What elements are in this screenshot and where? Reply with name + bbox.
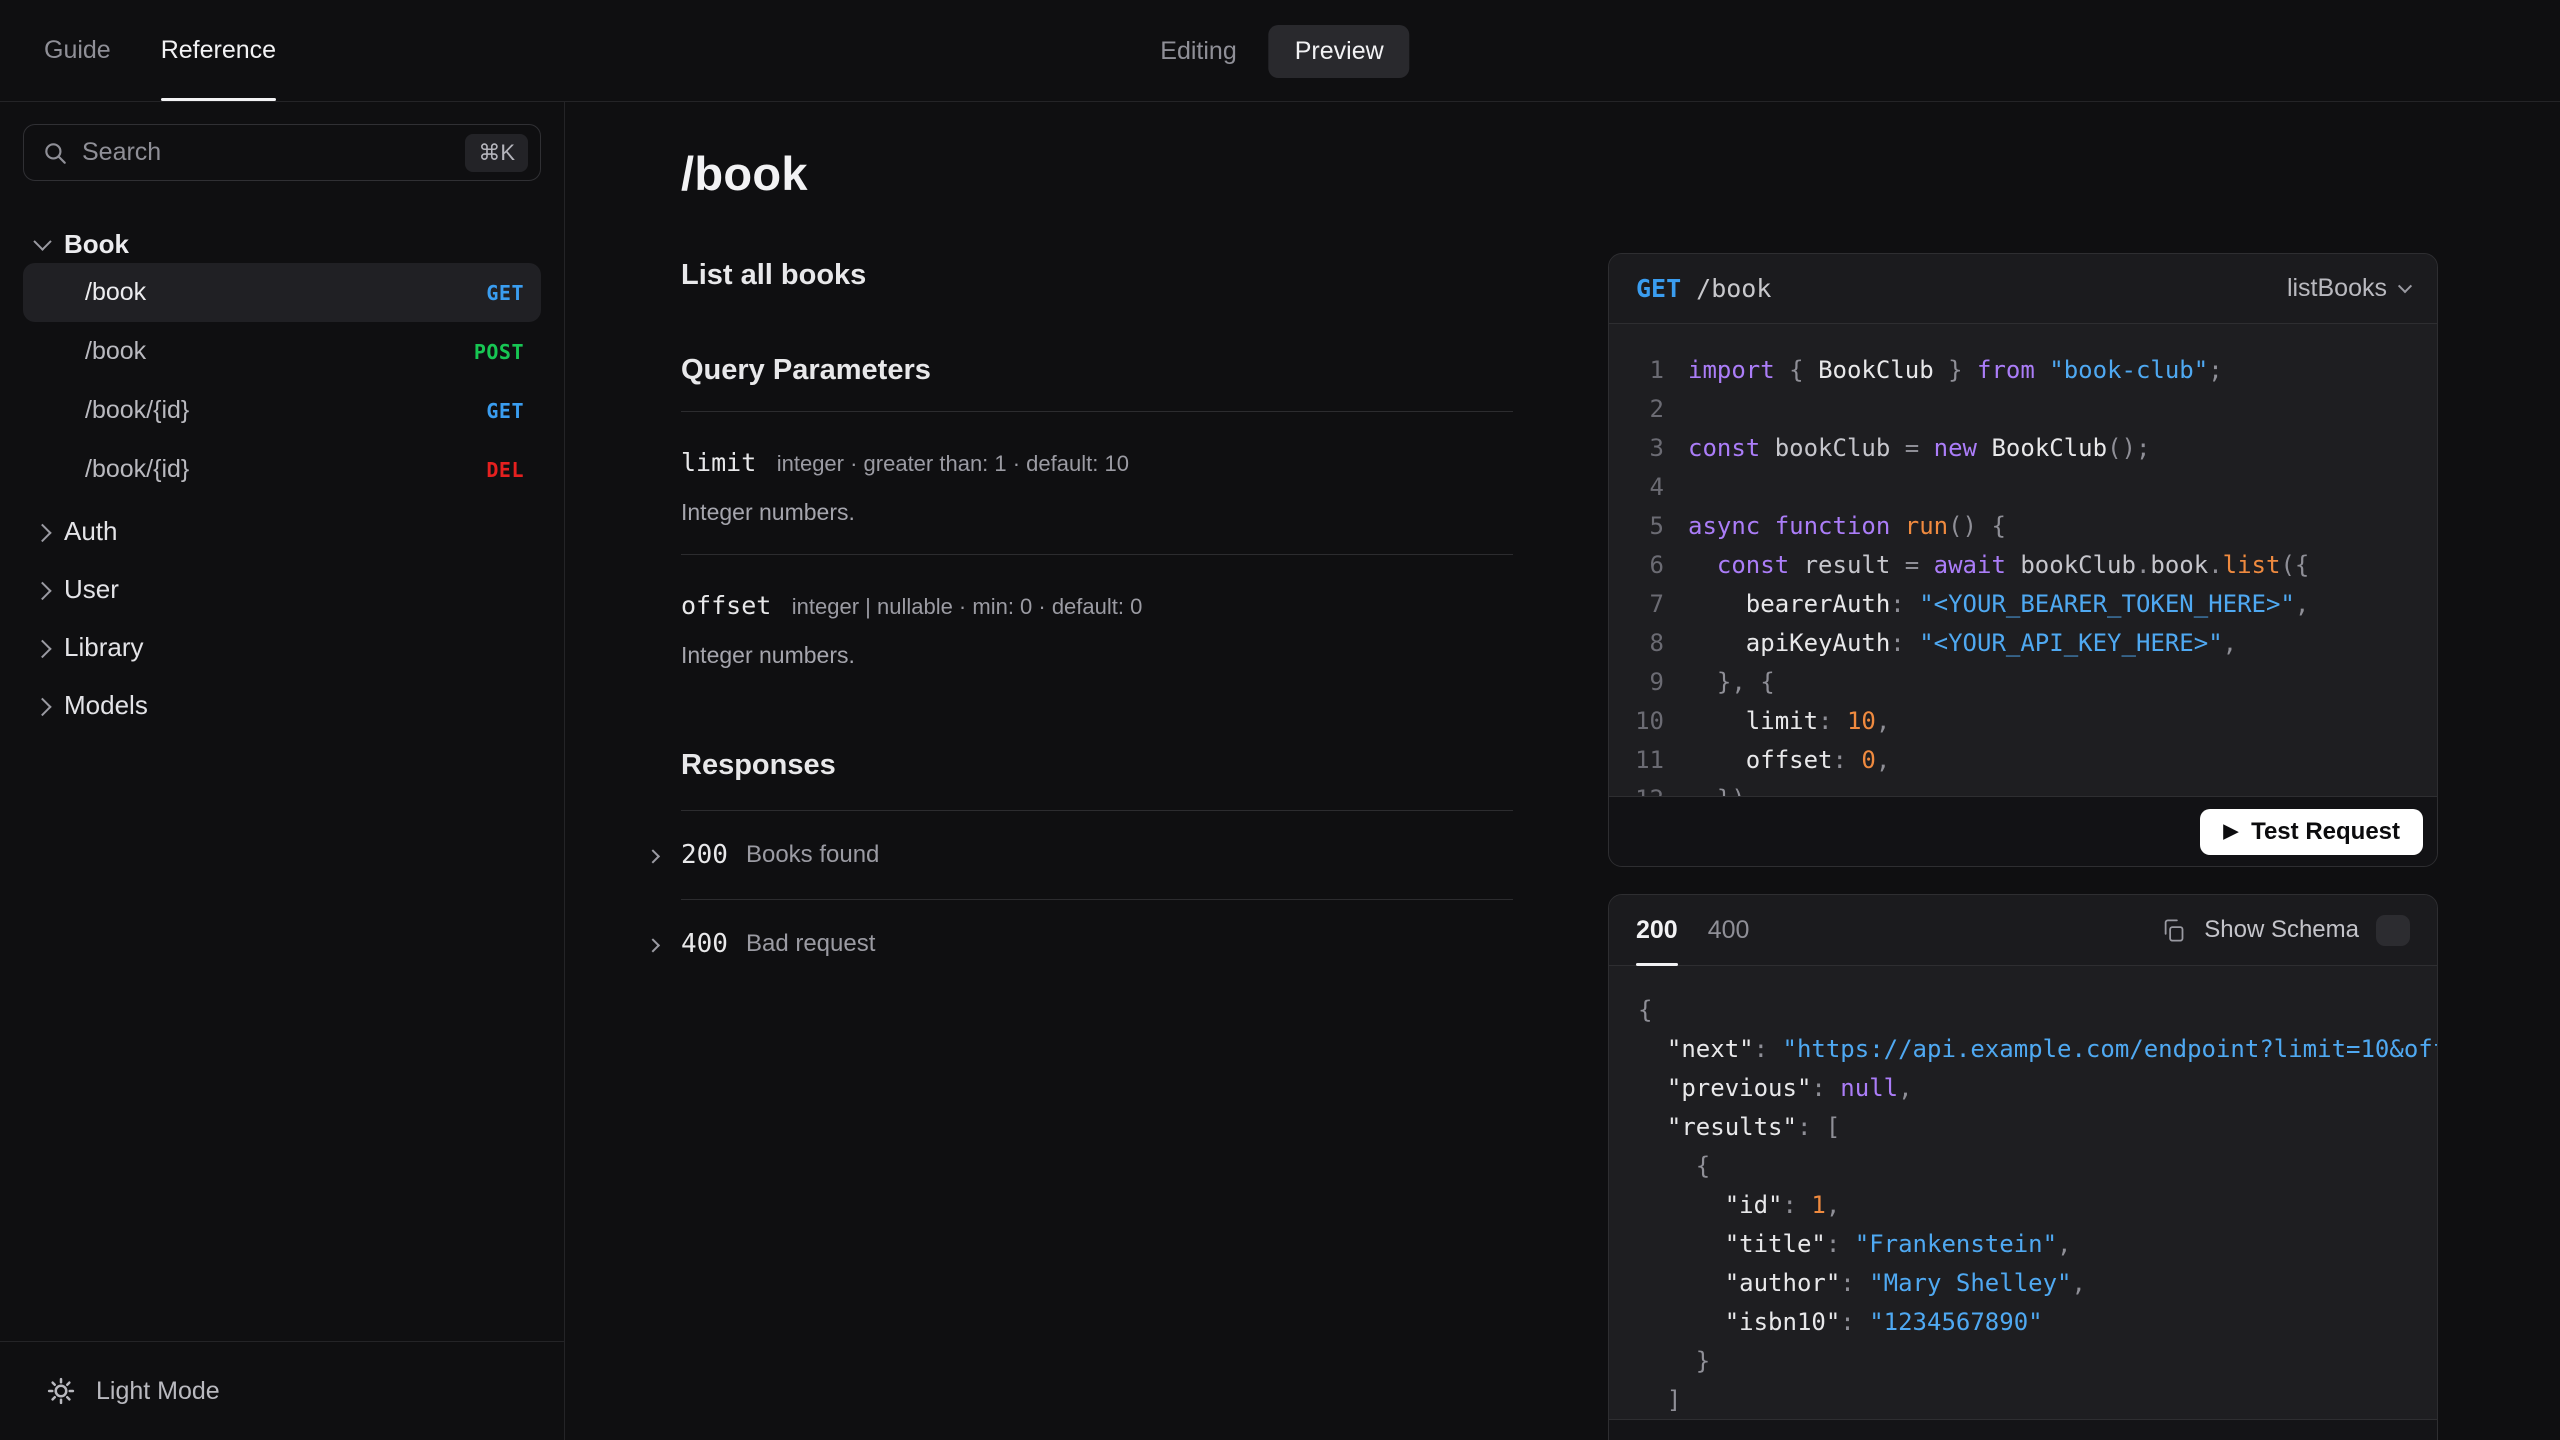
response-code: 200 [681,840,728,870]
tab-guide[interactable]: Guide [44,0,111,101]
response-tab-400[interactable]: 400 [1708,895,1750,966]
chevron-right-icon [33,697,52,716]
sidebar-group-auth[interactable]: Auth [23,511,541,551]
sidebar-endpoint-create-book[interactable]: /book POST [23,322,541,381]
chevron-right-icon [645,938,661,953]
request-example-card: GET /book listBooks 1 import { BookClub }… [1608,253,2438,867]
page-title: /book [681,147,808,200]
theme-toggle-button[interactable]: Light Mode [96,1377,220,1406]
responses-heading: Responses [681,749,836,781]
request-code-sample: 1 import { BookClub } from "book-club"; 2 3… [1635,356,2310,796]
copy-icon [2164,918,2184,942]
mode-editing-button[interactable]: Editing [1160,37,1236,66]
test-request-button[interactable]: ▶ Test Request [2200,808,2423,855]
query-parameters-heading: Query Parameters [681,354,931,386]
response-tab-200[interactable]: 200 [1636,895,1678,966]
param-meta: integer | nullable · min: 0 · default: 0 [791,594,1143,619]
sidebar-group-label: Library [64,631,144,662]
sidebar-group-library[interactable]: Library [23,627,541,667]
response-row-200[interactable]: 200 Books found [645,811,1513,899]
doc-nav-tabs: Guide Reference [0,0,277,101]
param-meta: integer · greater than: 1 · default: 10 [776,451,1129,476]
sidebar-group-label: Models [64,689,148,720]
chevron-down-icon [2397,278,2413,293]
sidebar-footer: Light Mode [0,1341,564,1440]
sun-icon [47,1377,75,1405]
request-card-footer: ▶ Test Request [1609,796,2437,866]
response-row-400[interactable]: 400 Bad request [645,900,1513,988]
endpoint-path: /book/{id} [85,455,190,483]
sidebar-group-label: Book [64,228,129,259]
test-request-label: Test Request [2251,817,2400,845]
method-badge-del: DEL [486,457,524,482]
param-name: offset [681,591,772,620]
request-card-header: GET /book listBooks [1609,254,2437,324]
mode-preview-button[interactable]: Preview [1268,24,1410,78]
endpoint-path: /book [85,278,147,306]
request-method: GET [1636,274,1682,303]
response-label: Bad request [745,930,876,957]
method-badge-get: GET [486,398,524,423]
chevron-right-icon [645,849,661,864]
method-badge-post: POST [473,339,524,364]
param-description: Integer numbers. [681,642,855,668]
sidebar-group-user[interactable]: User [23,569,541,609]
response-card-header: 200 400 Show Schema [1609,895,2437,966]
sidebar-endpoint-get-book[interactable]: /book/{id} GET [23,381,541,440]
sidebar-group-label: Auth [64,515,118,546]
sidebar-group-book[interactable]: Book [23,225,541,263]
method-badge-get: GET [486,280,524,305]
param-limit: limit integer · greater than: 1 · defaul… [681,412,1513,554]
search-icon [45,142,66,164]
search-shortcut-badge: ⌘K [465,133,528,172]
schema-controls: Show Schema [2160,914,2410,946]
response-example-card: 200 400 Show Schema { "next": "https://a… [1608,894,2438,1440]
response-label: Books found [745,841,880,868]
operation-summary: List all books [681,259,867,291]
sidebar: ⌘K Book /book GET /book POST /book/{id} … [0,102,565,1440]
sidebar-endpoint-delete-book[interactable]: /book/{id} DEL [23,440,541,499]
play-icon: ▶ [2223,821,2239,842]
main-content: /book List all books Query Parameters li… [645,102,1513,988]
response-card-footer [1609,1420,2437,1440]
endpoint-path: /book/{id} [85,396,190,424]
sidebar-group-models[interactable]: Models [23,685,541,725]
topbar: Guide Reference Editing Preview [0,0,2560,102]
show-schema-toggle[interactable] [2376,914,2410,946]
param-description: Integer numbers. [681,499,855,525]
operation-select[interactable]: listBooks [2286,274,2413,303]
endpoint-path: /book [85,337,147,365]
example-column: GET /book listBooks 1 import { BookClub }… [1608,253,2438,1440]
copy-button[interactable] [2160,917,2187,944]
chevron-right-icon [33,581,52,600]
param-name: limit [681,448,757,477]
chevron-right-icon [33,523,52,542]
chevron-right-icon [33,639,52,658]
sidebar-nav: Book /book GET /book POST /book/{id} GET… [0,181,564,1341]
search-box[interactable]: ⌘K [23,124,541,181]
operation-select-value: listBooks [2286,274,2387,302]
response-code: 400 [681,929,728,959]
sidebar-group-label: User [64,573,119,604]
sidebar-endpoint-list-books[interactable]: /book GET [23,263,541,322]
show-schema-label: Show Schema [2204,916,2359,943]
param-offset: offset integer | nullable · min: 0 · def… [681,555,1513,697]
mode-toggle: Editing Preview [1160,0,1410,102]
request-path: /book [1696,274,1772,303]
response-json-sample: { "next": "https://api.example.com/endpo… [1609,966,2437,1420]
search-input[interactable] [82,138,452,167]
chevron-down-icon [33,231,52,251]
tab-reference[interactable]: Reference [160,0,277,101]
